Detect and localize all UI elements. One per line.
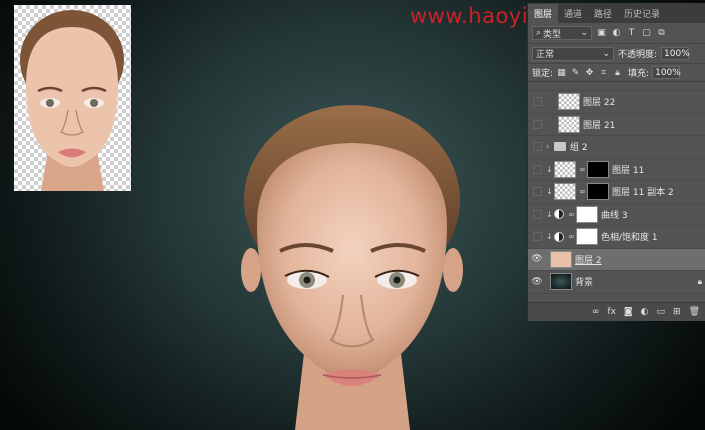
layer-row[interactable]: ↓ ∞ 图层 11: [528, 159, 705, 181]
layer-row-background[interactable]: 👁︎ 背景 🔒︎: [528, 271, 705, 294]
layer-row-adjustment[interactable]: ↓ ∞ 曲线 3: [528, 204, 705, 226]
layer-name[interactable]: 色相/饱和度 1: [601, 230, 658, 243]
lock-label: 锁定:: [532, 69, 554, 79]
fill-input[interactable]: 100%: [652, 66, 681, 79]
type-filter-icon[interactable]: T: [626, 28, 637, 39]
visibility-toggle[interactable]: [528, 159, 546, 181]
visibility-toggle[interactable]: [528, 136, 546, 158]
expand-arrow-icon[interactable]: ›: [546, 142, 554, 151]
hue-saturation-adjustment-icon: [554, 231, 564, 242]
layer-name[interactable]: 图层 22: [583, 95, 615, 108]
opacity-label: 不透明度:: [618, 50, 658, 60]
add-mask-icon[interactable]: ◙: [624, 307, 633, 317]
filter-type-dropdown[interactable]: ⌕ 类型 ⌄: [532, 26, 592, 40]
tab-history[interactable]: 历史记录: [618, 4, 666, 23]
lock-row: 锁定: ▦ ✎ ✥ ⌗ 🔒︎ 填充: 100%: [528, 64, 705, 82]
chevron-down-icon: ⌄: [602, 48, 610, 59]
layer-mask-thumbnail[interactable]: [587, 160, 609, 178]
clipping-mask-icon: ↓: [546, 209, 553, 219]
layer-name[interactable]: 图层 11 副本 2: [612, 185, 674, 198]
visibility-toggle[interactable]: [528, 204, 546, 226]
tab-paths[interactable]: 路径: [588, 4, 618, 23]
curves-adjustment-icon: [554, 209, 564, 220]
clipping-mask-icon: ↓: [546, 232, 553, 242]
tab-layers[interactable]: 图层: [528, 4, 559, 23]
panel-tabs: 图层 通道 路径 历史记录: [528, 3, 705, 23]
blend-mode-dropdown[interactable]: 正常 ⌄: [532, 46, 614, 61]
layers-panel: 图层 通道 路径 历史记录 ⌕ 类型 ⌄ ▣ ◐ T ▢ ⧉ 正常 ⌄ 不透明度…: [527, 3, 705, 321]
layer-row[interactable]: 图层 21: [528, 114, 705, 136]
lock-icon: 🔒︎: [697, 276, 702, 286]
lock-paint-icon[interactable]: ✎: [570, 67, 581, 78]
link-icon[interactable]: ∞: [579, 165, 586, 174]
pixel-filter-icon[interactable]: ▣: [596, 28, 607, 39]
trash-icon[interactable]: 🗑︎: [689, 307, 700, 317]
clipping-mask-icon: ↓: [546, 187, 553, 197]
blend-mode-label: 正常: [536, 50, 555, 60]
layer-row-partial[interactable]: [528, 82, 705, 91]
layer-thumbnail: [558, 115, 580, 133]
layer-thumbnail: [554, 183, 576, 201]
layer-name[interactable]: 曲线 3: [601, 208, 628, 221]
fill-label: 填充:: [628, 69, 650, 79]
eye-icon[interactable]: 👁︎: [528, 254, 546, 264]
chevron-down-icon: ⌄: [580, 28, 588, 38]
search-icon: ⌕: [536, 28, 542, 38]
layers-list: 图层 22 图层 21 › 组 2 ↓ ∞ 图层 11 ↓ ∞ 图层 11 副本…: [528, 82, 705, 294]
visibility-toggle[interactable]: [528, 226, 546, 248]
lock-transparent-icon[interactable]: ▦: [556, 67, 567, 78]
fx-icon[interactable]: fx: [607, 307, 616, 317]
visibility-toggle[interactable]: [528, 91, 546, 113]
clipping-mask-icon: ↓: [546, 164, 553, 174]
new-group-icon[interactable]: ▭: [657, 307, 666, 317]
layer-mask-thumbnail[interactable]: [576, 205, 598, 223]
eye-icon[interactable]: 👁︎: [528, 277, 546, 287]
lock-all-icon[interactable]: 🔒︎: [612, 67, 623, 78]
layer-name[interactable]: 组 2: [570, 140, 588, 153]
layer-mask-thumbnail[interactable]: [587, 183, 609, 201]
visibility-toggle[interactable]: [528, 114, 546, 136]
layer-name[interactable]: 图层 21: [583, 118, 615, 131]
layer-mask-thumbnail[interactable]: [576, 228, 598, 246]
link-layers-icon[interactable]: ∞: [592, 307, 600, 317]
opacity-input[interactable]: 100%: [661, 47, 690, 60]
layer-name[interactable]: 背景: [575, 275, 593, 288]
layer-thumbnail: [550, 273, 572, 291]
folder-icon: [554, 142, 566, 152]
filter-row: ⌕ 类型 ⌄ ▣ ◐ T ▢ ⧉: [528, 23, 705, 44]
new-layer-icon[interactable]: ⊞: [673, 307, 681, 317]
shape-filter-icon[interactable]: ▢: [641, 28, 652, 39]
adjustment-filter-icon[interactable]: ◐: [611, 28, 622, 39]
layer-thumbnail: [550, 250, 572, 268]
visibility-toggle[interactable]: [528, 181, 546, 203]
layer-name[interactable]: 图层 2: [575, 253, 602, 266]
smart-object-filter-icon[interactable]: ⧉: [656, 28, 667, 39]
blend-row: 正常 ⌄ 不透明度: 100%: [528, 44, 705, 64]
layer-thumbnail: [554, 160, 576, 178]
layer-row[interactable]: ↓ ∞ 图层 11 副本 2: [528, 181, 705, 204]
layer-row-selected[interactable]: 👁︎ 图层 2: [528, 248, 705, 271]
layer-row[interactable]: 图层 22: [528, 91, 705, 114]
link-icon[interactable]: ∞: [568, 232, 575, 241]
layer-row-group[interactable]: › 组 2: [528, 136, 705, 159]
panel-bottom-bar: ∞ fx ◙ ◐ ▭ ⊞ 🗑︎: [528, 302, 705, 321]
layer-row-adjustment[interactable]: ↓ ∞ 色相/饱和度 1: [528, 226, 705, 249]
filter-type-label: 类型: [543, 29, 562, 40]
reference-thumbnail: [14, 5, 131, 191]
layer-thumbnail: [558, 93, 580, 111]
portrait-image: [235, 105, 470, 430]
tab-channels[interactable]: 通道: [558, 4, 588, 23]
layer-name[interactable]: 图层 11: [612, 163, 644, 176]
link-icon[interactable]: ∞: [579, 187, 586, 196]
new-adjustment-icon[interactable]: ◐: [641, 307, 649, 317]
lock-artboard-icon[interactable]: ⌗: [598, 67, 609, 78]
link-icon[interactable]: ∞: [568, 210, 575, 219]
lock-position-icon[interactable]: ✥: [584, 67, 595, 78]
